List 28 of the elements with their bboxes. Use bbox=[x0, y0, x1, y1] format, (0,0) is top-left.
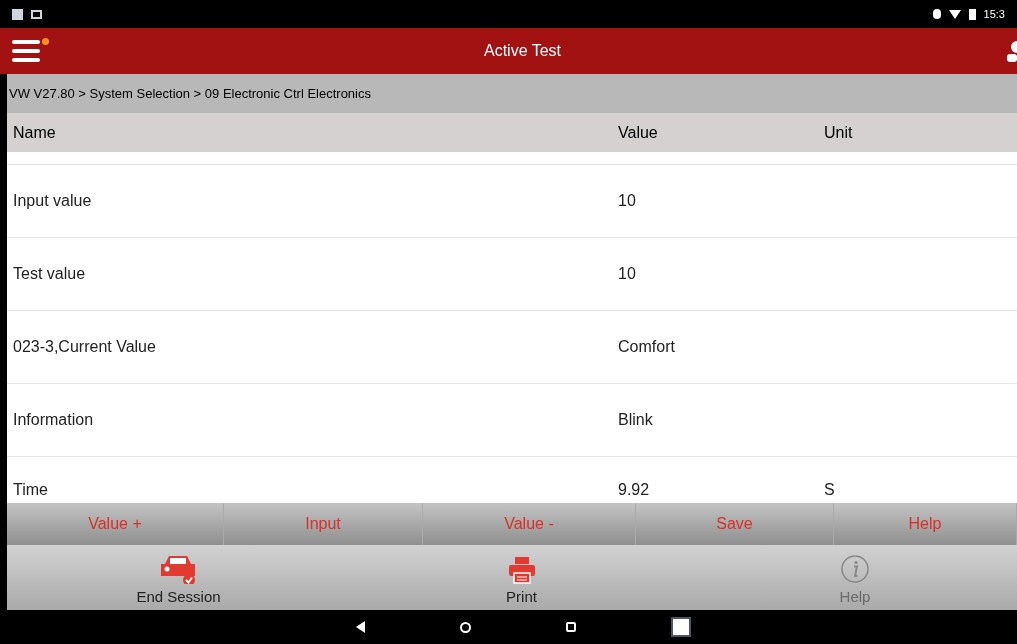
breadcrumb: VW V27.80 > System Selection > 09 Electronic Ctrl Electronics bbox=[9, 84, 371, 103]
user-icon[interactable] bbox=[1005, 40, 1017, 62]
table-cell: S bbox=[824, 481, 835, 498]
screen-title: Active Test bbox=[483, 41, 562, 61]
menu-icon[interactable] bbox=[12, 40, 40, 62]
recents-icon[interactable] bbox=[566, 622, 576, 632]
column-header: Value bbox=[618, 122, 659, 143]
toolbar-button[interactable]: End Session bbox=[7, 545, 350, 610]
info-icon bbox=[840, 553, 870, 584]
table-cell: Test value bbox=[13, 265, 86, 282]
table-cell: Information bbox=[13, 411, 94, 428]
printer-icon bbox=[506, 555, 537, 584]
table-cell: 9.92 bbox=[618, 481, 650, 498]
back-icon[interactable] bbox=[356, 621, 365, 633]
battery-icon bbox=[968, 8, 976, 20]
table-cell: Time bbox=[13, 481, 48, 498]
table-cell: 10 bbox=[618, 265, 636, 282]
table-cell: 023-3,Current Value bbox=[13, 338, 156, 355]
clock-time: 15:3 bbox=[983, 6, 1005, 22]
toolbar-button[interactable]: Print bbox=[350, 545, 693, 610]
table-cell: Comfort bbox=[618, 338, 675, 355]
home-icon[interactable] bbox=[460, 621, 471, 633]
column-header: Unit bbox=[824, 122, 854, 143]
wifi-icon bbox=[948, 9, 961, 19]
table-cell: Blink bbox=[618, 411, 653, 428]
table-cell: 10 bbox=[618, 192, 636, 209]
column-header: Name bbox=[12, 122, 57, 143]
table-cell: Input value bbox=[13, 192, 92, 209]
